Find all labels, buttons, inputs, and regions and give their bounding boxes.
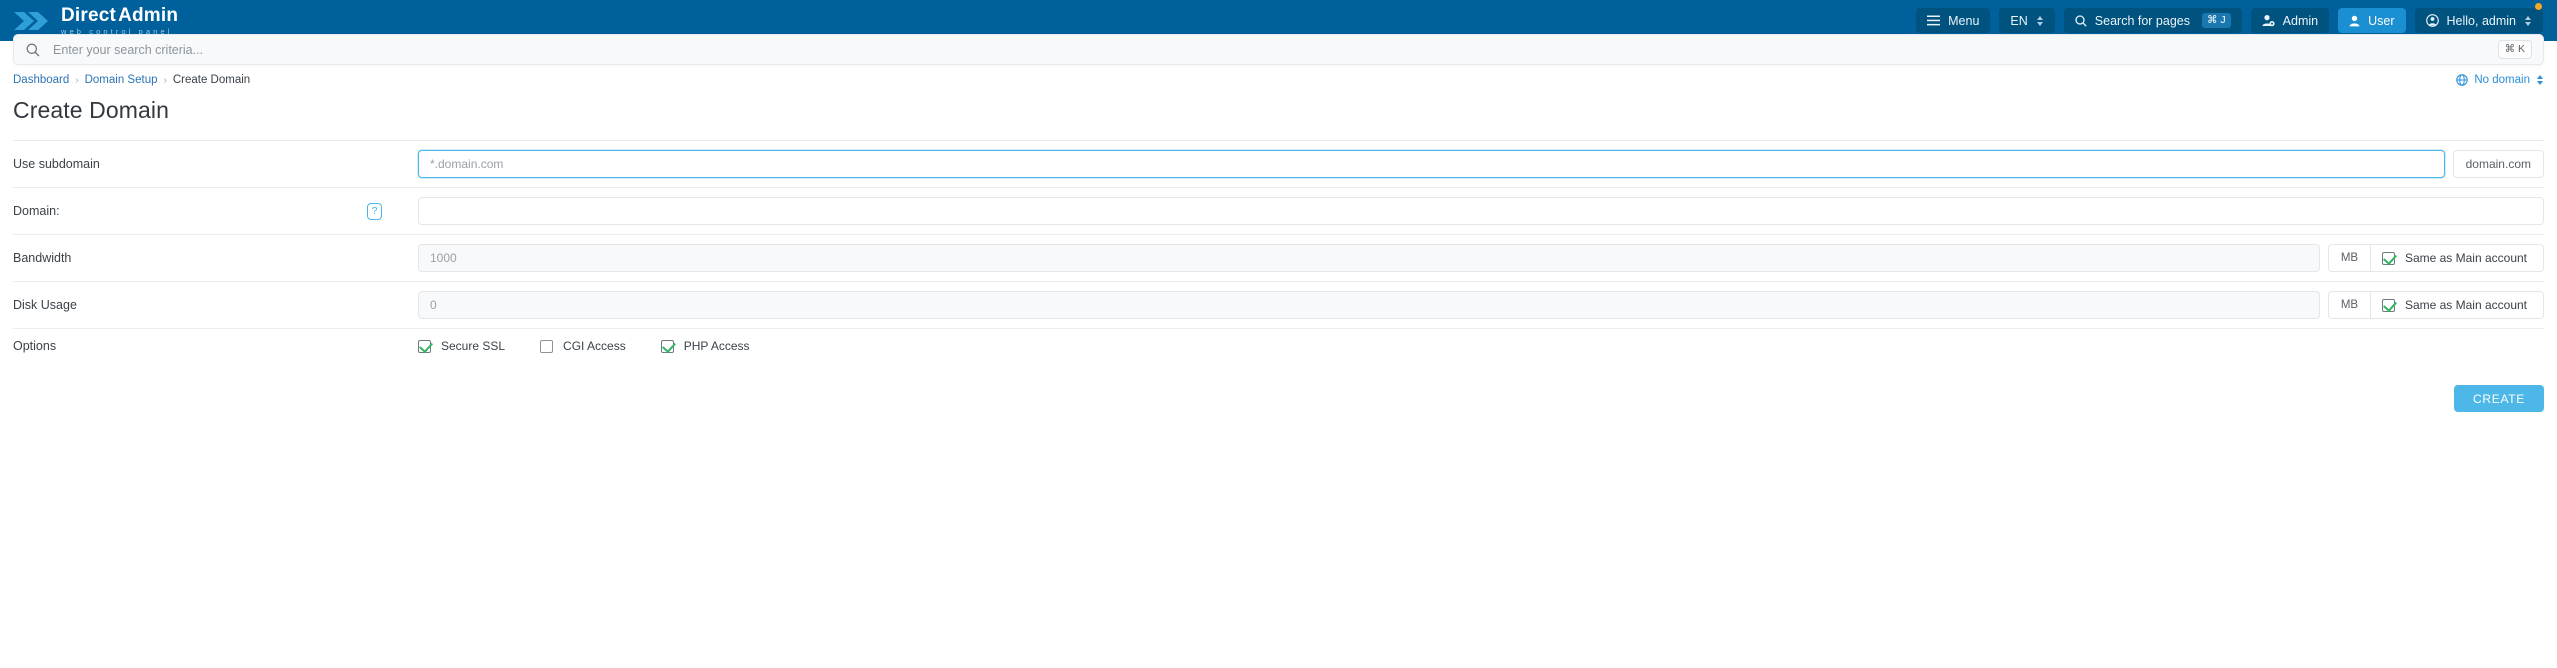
disk-usage-input[interactable] bbox=[418, 291, 2320, 319]
option-cgi-access[interactable]: CGI Access bbox=[540, 339, 626, 353]
brand-title-admin: Admin bbox=[118, 5, 179, 27]
language-selector[interactable]: EN bbox=[1999, 8, 2055, 33]
disk-usage-same-as-main-toggle[interactable]: Same as Main account bbox=[2369, 291, 2544, 319]
create-domain-form: Use subdomain domain.com Domain: ? Bandw… bbox=[0, 141, 2557, 363]
menu-button-label: Menu bbox=[1948, 13, 1980, 28]
breadcrumb-item-create-domain: Create Domain bbox=[172, 74, 251, 86]
bandwidth-unit: MB bbox=[2327, 244, 2370, 272]
disk-usage-same-as-main-label: Same as Main account bbox=[2404, 298, 2527, 312]
option-secure-ssl-label: Secure SSL bbox=[441, 339, 506, 353]
breadcrumb-item-domain-setup[interactable]: Domain Setup bbox=[85, 74, 158, 86]
create-button[interactable]: CREATE bbox=[2454, 385, 2544, 412]
breadcrumb-item-dashboard[interactable]: Dashboard bbox=[13, 74, 69, 86]
brand-title-direct: Direct bbox=[61, 5, 117, 27]
use-subdomain-suffix: domain.com bbox=[2452, 150, 2544, 178]
user-role-label: User bbox=[2368, 13, 2395, 28]
breadcrumb: Dashboard › Domain Setup › Create Domain bbox=[13, 74, 250, 86]
disk-usage-label: Disk Usage bbox=[13, 298, 77, 312]
options-checkbox-group: Secure SSL CGI Access PHP Access bbox=[418, 339, 750, 353]
domain-help-icon[interactable]: ? bbox=[367, 202, 382, 220]
language-selector-label: EN bbox=[2010, 13, 2028, 28]
breadcrumb-separator: › bbox=[163, 74, 167, 86]
account-circle-icon bbox=[2425, 14, 2439, 27]
account-menu-button[interactable]: Hello, admin bbox=[2414, 8, 2543, 33]
option-cgi-access-label: CGI Access bbox=[563, 339, 626, 353]
option-php-access-label: PHP Access bbox=[683, 339, 750, 353]
checkbox-icon[interactable] bbox=[418, 339, 431, 353]
page-title: Create Domain bbox=[13, 97, 169, 123]
use-subdomain-input[interactable] bbox=[418, 150, 2445, 178]
breadcrumb-row: Dashboard › Domain Setup › Create Domain… bbox=[0, 65, 2557, 86]
bandwidth-input[interactable] bbox=[418, 244, 2320, 272]
chevron-updown-icon bbox=[2536, 74, 2544, 86]
search-panel: ⌘ K bbox=[0, 34, 2557, 65]
account-menu-label: Hello, admin bbox=[2446, 13, 2516, 28]
checkbox-icon[interactable] bbox=[2381, 251, 2395, 265]
chevron-updown-icon bbox=[2036, 15, 2044, 27]
options-label: Options bbox=[13, 339, 57, 353]
search-icon bbox=[26, 43, 40, 57]
domain-input[interactable] bbox=[418, 197, 2544, 225]
search-icon bbox=[2075, 14, 2087, 27]
option-php-access[interactable]: PHP Access bbox=[660, 339, 750, 353]
search-bar[interactable]: ⌘ K bbox=[13, 34, 2544, 65]
search-pages-shortcut: ⌘ J bbox=[2202, 13, 2231, 28]
notification-dot[interactable] bbox=[2535, 3, 2542, 10]
form-row-disk-usage: Disk Usage MB Same as Main account bbox=[13, 282, 2544, 329]
form-row-options: Options Secure SSL CGI Access PHP Access bbox=[13, 329, 2544, 363]
user-role-button[interactable]: User bbox=[2338, 8, 2406, 33]
chevron-updown-icon bbox=[2524, 15, 2532, 27]
bandwidth-label: Bandwidth bbox=[13, 251, 72, 265]
form-row-bandwidth: Bandwidth MB Same as Main account bbox=[13, 235, 2544, 282]
breadcrumb-separator: › bbox=[75, 74, 79, 86]
domain-label: Domain: bbox=[13, 204, 60, 218]
form-row-use-subdomain: Use subdomain domain.com bbox=[13, 141, 2544, 188]
admin-role-button[interactable]: Admin bbox=[2250, 8, 2330, 33]
admin-role-label: Admin bbox=[2282, 13, 2319, 28]
checkbox-icon[interactable] bbox=[2381, 298, 2395, 312]
use-subdomain-label: Use subdomain bbox=[13, 157, 100, 171]
user-icon bbox=[2349, 15, 2360, 27]
domain-selector[interactable]: No domain bbox=[2456, 74, 2544, 86]
user-gear-icon bbox=[2262, 14, 2275, 27]
option-secure-ssl[interactable]: Secure SSL bbox=[418, 339, 505, 353]
checkbox-icon[interactable] bbox=[540, 339, 554, 353]
search-pages-button[interactable]: Search for pages ⌘ J bbox=[2063, 8, 2242, 33]
search-input[interactable] bbox=[51, 41, 2498, 58]
menu-button[interactable]: Menu bbox=[1916, 8, 1991, 33]
checkbox-icon[interactable] bbox=[660, 339, 674, 353]
form-actions: CREATE bbox=[0, 363, 2557, 412]
chevrons-icon bbox=[12, 8, 52, 34]
search-pages-label: Search for pages bbox=[2094, 13, 2190, 28]
domain-selector-label: No domain bbox=[2474, 74, 2530, 86]
bandwidth-same-as-main-label: Same as Main account bbox=[2404, 251, 2527, 265]
bandwidth-same-as-main-toggle[interactable]: Same as Main account bbox=[2369, 244, 2544, 272]
hamburger-icon bbox=[1927, 15, 1941, 26]
header-actions: Menu EN Search for pages ⌘ J Admin User … bbox=[1916, 3, 2543, 33]
brand-logo[interactable]: Direct Admin web control panel bbox=[12, 5, 178, 36]
disk-usage-unit: MB bbox=[2327, 291, 2370, 319]
search-shortcut-badge: ⌘ K bbox=[2497, 40, 2532, 59]
form-row-domain: Domain: ? bbox=[13, 188, 2544, 235]
globe-icon bbox=[2456, 74, 2469, 86]
